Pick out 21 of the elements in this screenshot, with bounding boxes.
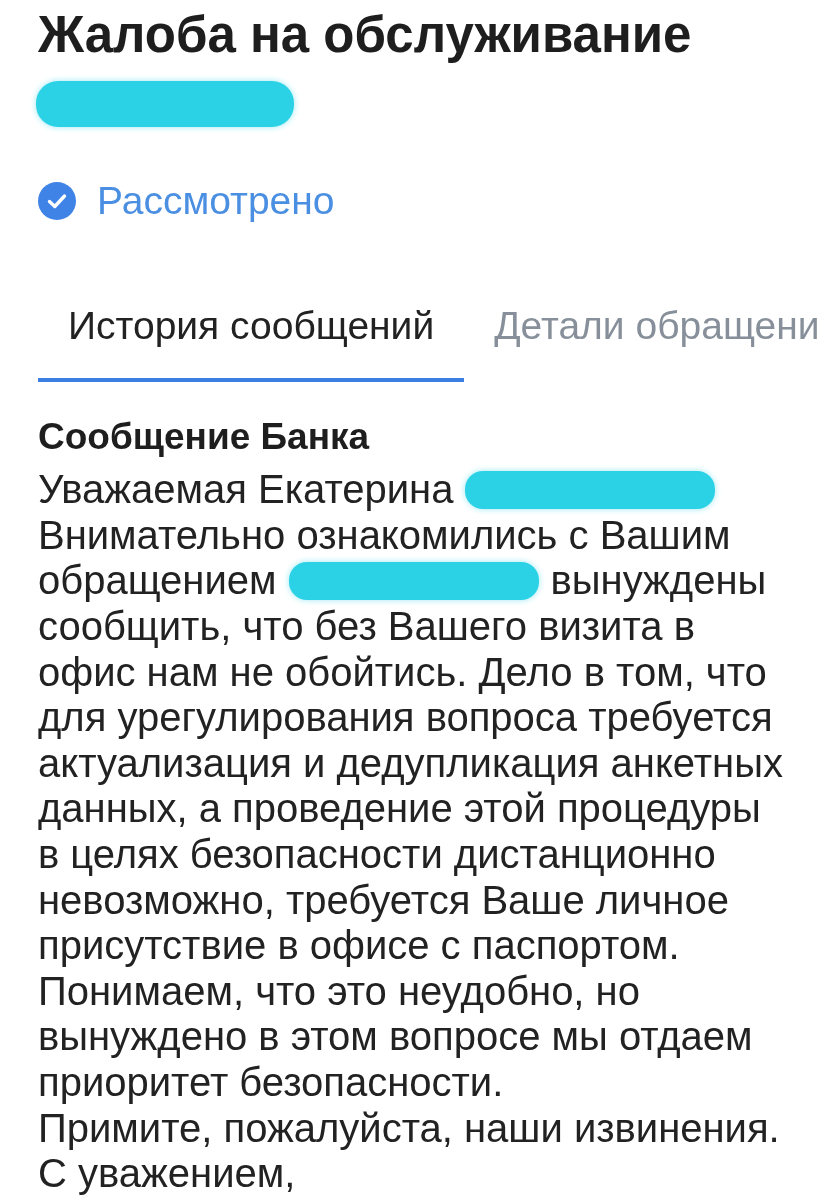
- message-line: обращением: [38, 558, 277, 604]
- message-line: Примите, пожалуйста, наши извинения.: [38, 1105, 780, 1151]
- message-line: для урегулирования вопроса требуется: [38, 695, 773, 741]
- message-line: вынуждено в этом вопросе мы отдаем: [38, 1014, 753, 1060]
- message-line: сообщить, что без Вашего визита в: [38, 604, 695, 650]
- message-line: данных, а проведение этой процедуры: [38, 786, 761, 832]
- message-line: Уважаемая Екатерина: [38, 467, 454, 513]
- message-heading: Сообщение Банка: [38, 417, 370, 457]
- status-label: Рассмотрено: [97, 180, 335, 222]
- message-line: Внимательно ознакомились с Вашим: [38, 512, 731, 558]
- message-line: офис нам не обойтись. Дело в том, что: [38, 649, 767, 695]
- tab[interactable]: История сообщений: [38, 306, 465, 382]
- message-line: вынуждены: [550, 558, 767, 604]
- message-line: приоритет безопасности.: [38, 1060, 504, 1105]
- message-line: Понимаем, что это неудобно, но: [38, 968, 640, 1014]
- message-line: в целях безопасности дистанционно: [38, 832, 716, 878]
- message-line: присутствие в офисе с паспортом.: [38, 923, 680, 969]
- page-title: Жалоба на обслуживание: [38, 7, 692, 63]
- message-line: актуализация и дедупликация анкетных: [38, 740, 783, 786]
- message-line: С уважением,: [38, 1151, 296, 1197]
- message-line: невозможно, требуется Ваше личное: [38, 877, 729, 923]
